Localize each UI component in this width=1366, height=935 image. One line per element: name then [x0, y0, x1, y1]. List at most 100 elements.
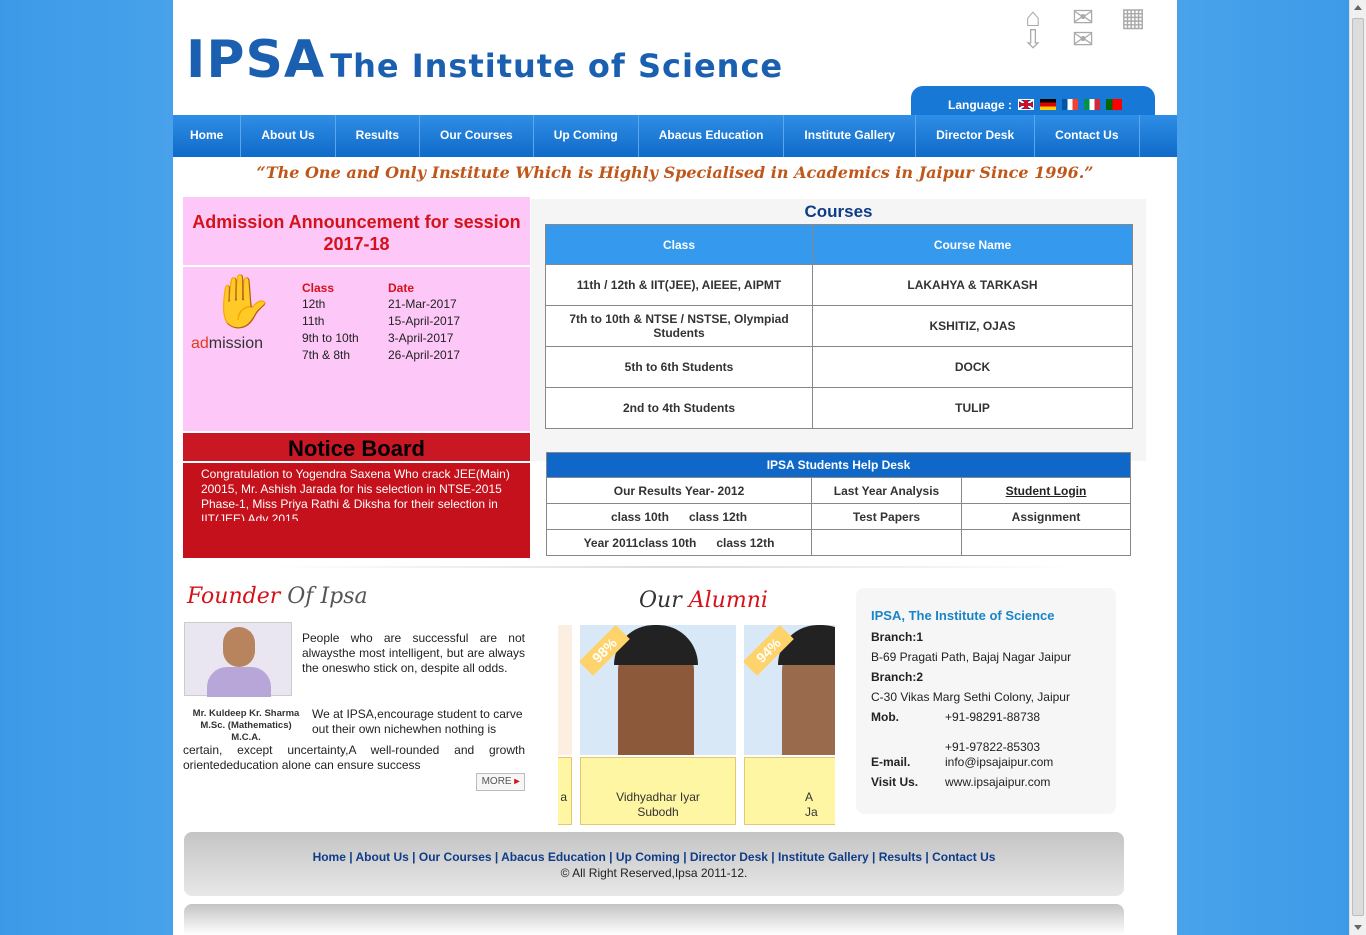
table-row: 7th & 8th 26-April-2017 — [302, 348, 461, 362]
results-2012-class-links[interactable]: class 10th class 12th — [546, 503, 812, 530]
website-link[interactable]: www.ipsajaipur.com — [945, 775, 1125, 789]
german-flag-icon[interactable] — [1040, 99, 1057, 110]
nav-home[interactable]: Home — [173, 115, 242, 157]
hand-icon: ✋ — [209, 273, 274, 331]
language-bar: Language : — [911, 86, 1155, 116]
page: IPSA The Institute of Science ⌂ ⇩ ✉ ✉ ▦ La… — [173, 0, 1177, 935]
our-results-link[interactable]: Our Results Year- 2012 — [546, 477, 812, 504]
nav-director-desk[interactable]: Director Desk — [916, 115, 1036, 157]
contact-title: IPSA, The Institute of Science — [871, 608, 1055, 623]
footer-link-results[interactable]: Results — [879, 850, 922, 864]
table-row: 9th to 10th 3-April-2017 — [302, 331, 454, 345]
nav-institute-gallery[interactable]: Institute Gallery — [784, 115, 917, 157]
founder-text-continued: certain, except uncertainty,A well-round… — [183, 743, 525, 772]
site-logo[interactable]: IPSA The Institute of Science — [186, 30, 783, 90]
alumni-card: 98% Vidhyadhar Iyar Subodh — [580, 625, 736, 825]
test-papers-link[interactable]: Test Papers — [811, 503, 962, 530]
portuguese-flag-icon[interactable] — [1106, 99, 1123, 110]
nav-results[interactable]: Results — [336, 115, 421, 157]
nav-contact-us[interactable]: Contact Us — [1035, 115, 1140, 157]
branch1-label: Branch:1 — [871, 630, 924, 644]
sitemap-icon[interactable]: ▦ — [1118, 4, 1148, 52]
footer: Home | About Us | Our Courses | Abacus E… — [184, 832, 1124, 896]
courses-panel: Courses Class Course Name 11th / 12th & … — [531, 199, 1146, 461]
table-row[interactable]: 11th / 12th & IIT(JEE), AIEEE, AIPMT LAKA… — [545, 264, 1133, 306]
founder-quote: People who are successful are not always… — [302, 631, 525, 675]
language-label: Language : — [948, 97, 1013, 112]
email-row: E-mail. info@ipsajaipur.com — [871, 755, 1111, 769]
alumni-heading: Our Alumni — [639, 588, 768, 613]
help-desk-title: IPSA Students Help Desk — [546, 452, 1131, 478]
footer-bottom — [184, 904, 1124, 935]
footer-link-our-courses[interactable]: Our Courses — [419, 850, 492, 864]
footer-link-director-desk[interactable]: Director Desk — [690, 850, 768, 864]
branch2-address: C-30 Vikas Marg Sethi Colony, Jaipur — [871, 690, 1070, 704]
empty-cell — [811, 529, 962, 556]
admission-head-date: Date — [388, 281, 415, 295]
arrow-right-icon: ▸ — [514, 776, 520, 787]
admission-title: Admission Announcement for session 2017-… — [183, 197, 530, 267]
nav-our-courses[interactable]: Our Courses — [420, 115, 534, 157]
empty-cell — [961, 529, 1131, 556]
english-flag-icon[interactable] — [1018, 99, 1035, 110]
table-row: 12th 21-Mar-2017 — [302, 297, 457, 311]
italian-flag-icon[interactable] — [1084, 99, 1101, 110]
notice-text: Congratulation to Yogendra Saxena Who cr… — [201, 467, 510, 521]
main-nav: Home About Us Results Our Courses Up Com… — [173, 115, 1177, 157]
nav-about-us[interactable]: About Us — [241, 115, 336, 157]
home-icon[interactable]: ⌂ ⇩ — [1018, 4, 1048, 52]
divider — [273, 566, 1073, 568]
logo-text: IPSA — [186, 30, 326, 90]
alumni-slider[interactable]: a 98% Vidhyadhar Iyar Subodh 94% A Ja — [558, 625, 835, 825]
courses-title: Courses — [804, 202, 873, 221]
table-row[interactable]: 2nd to 4th Students TULIP — [545, 387, 1133, 429]
table-row[interactable]: 7th to 10th & NTSE / NSTSE, Olympiad Stu… — [545, 305, 1133, 347]
last-year-analysis-link[interactable]: Last Year Analysis — [811, 477, 962, 504]
notice-title: Notice Board — [183, 433, 530, 463]
more-button[interactable]: MORE ▸ — [476, 773, 525, 791]
admission-panel: Admission Announcement for session 2017-… — [183, 197, 530, 431]
branch1-address: B-69 Pragati Path, Bajaj Nagar Jaipur — [871, 650, 1072, 664]
alumni-photo: 98% — [580, 625, 736, 755]
results-2011-class-links[interactable]: Year 2011class 10th class 12th — [546, 529, 812, 556]
contact-panel: IPSA, The Institute of Science Branch:1 … — [856, 588, 1116, 814]
footer-link-about-us[interactable]: About Us — [356, 850, 409, 864]
notice-board: Notice Board Congratulation to Yogendra … — [183, 433, 530, 558]
vertical-scrollbar[interactable] — [1349, 0, 1366, 935]
courses-head-name: Course Name — [812, 224, 1133, 265]
scroll-down-icon[interactable] — [1354, 925, 1362, 930]
alumni-card: 94% A Ja — [744, 625, 835, 825]
nav-abacus-education[interactable]: Abacus Education — [639, 115, 785, 157]
footer-link-abacus-education[interactable]: Abacus Education — [501, 850, 606, 864]
alumni-name: Vidhyadhar Iyar Subodh — [580, 757, 736, 825]
visit-row: Visit Us. www.ipsajaipur.com — [871, 775, 1111, 789]
help-desk-table: IPSA Students Help Desk Our Results Year… — [546, 452, 1131, 556]
courses-head-class: Class — [545, 224, 813, 265]
footer-link-up-coming[interactable]: Up Coming — [616, 850, 680, 864]
founder-text: We at IPSA,encourage student to carve ou… — [312, 707, 523, 736]
copyright: © All Right Reserved,Ipsa 2011-12. — [560, 866, 748, 880]
admission-head-class: Class — [302, 281, 335, 295]
footer-link-home[interactable]: Home — [313, 850, 346, 864]
scroll-up-icon[interactable] — [1354, 5, 1362, 10]
branch2-label: Branch:2 — [871, 670, 924, 684]
table-row[interactable]: 5th to 6th Students DOCK — [545, 346, 1133, 388]
footer-link-contact-us[interactable]: Contact Us — [932, 850, 995, 864]
founder-heading: Founder Of Ipsa — [187, 584, 368, 609]
tagline: “The One and Only Institute Which is Hig… — [256, 163, 1094, 182]
email-link[interactable]: info@ipsajaipur.com — [945, 755, 1125, 769]
admission-logo-word: admission — [191, 335, 264, 352]
mail-icon[interactable]: ✉ ✉ — [1068, 4, 1098, 52]
admission-logo: ✋ admission — [189, 269, 293, 357]
student-login-link[interactable]: Student Login — [961, 477, 1131, 504]
french-flag-icon[interactable] — [1062, 99, 1079, 110]
table-row: 11th 15-April-2017 — [302, 314, 461, 328]
nav-up-coming[interactable]: Up Coming — [534, 115, 639, 157]
assignment-link[interactable]: Assignment — [961, 503, 1131, 530]
footer-link-institute-gallery[interactable]: Institute Gallery — [778, 850, 869, 864]
top-icons: ⌂ ⇩ ✉ ✉ ▦ — [1018, 4, 1148, 52]
founder-photo — [184, 622, 292, 697]
scrollbar-thumb[interactable] — [1352, 18, 1364, 916]
courses-table: Class Course Name 11th / 12th & IIT(JEE)… — [545, 224, 1133, 429]
logo-subtitle: The Institute of Science — [330, 47, 784, 85]
